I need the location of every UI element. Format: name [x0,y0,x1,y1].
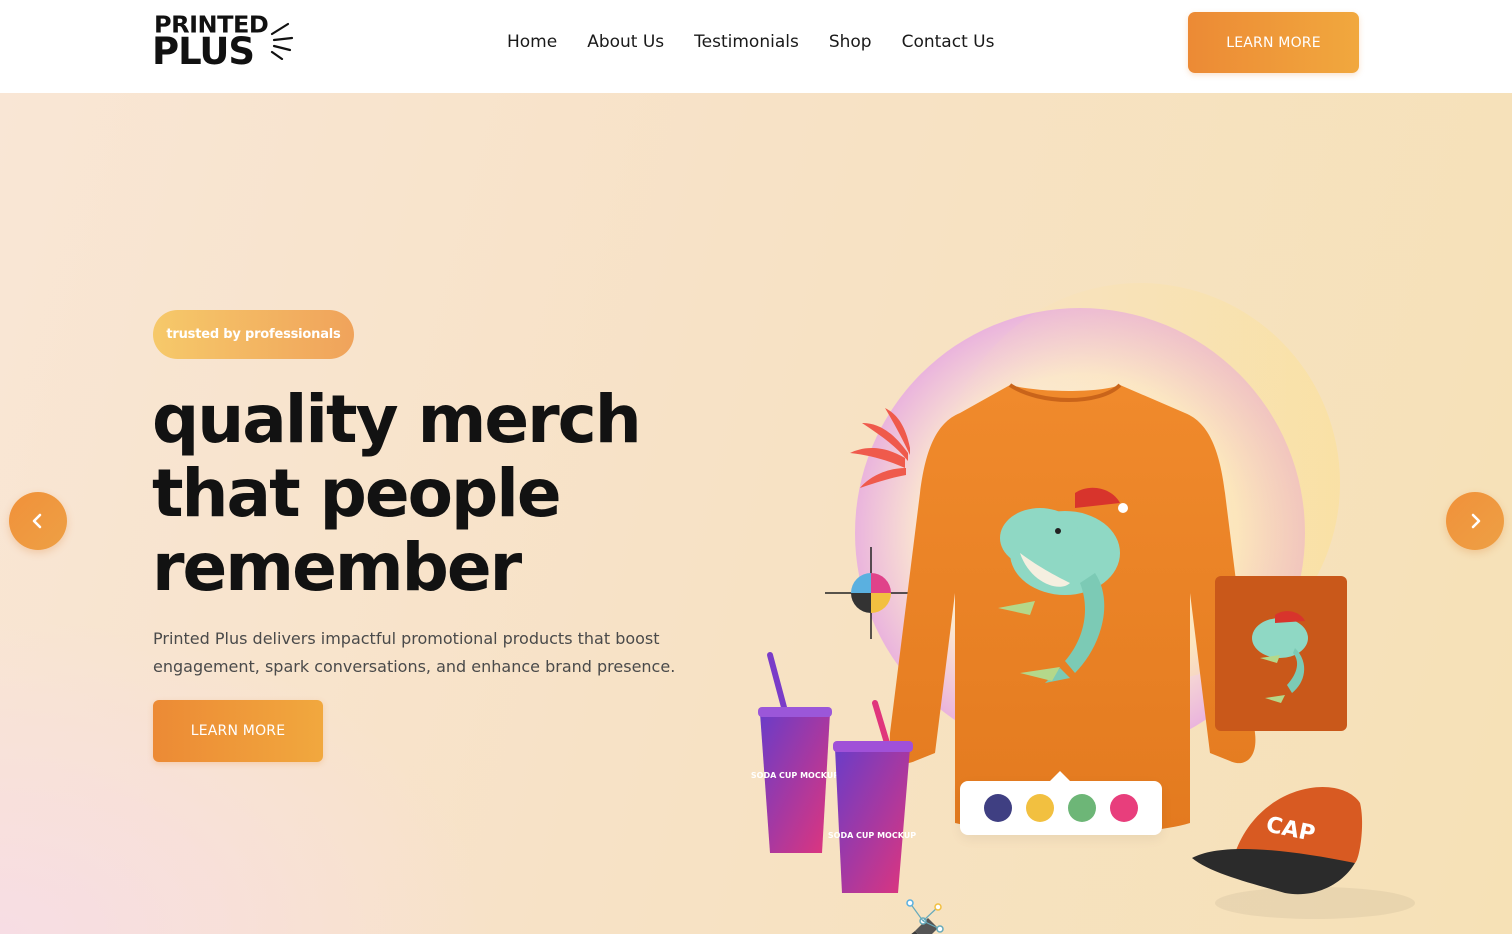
swatch-green[interactable] [1068,794,1096,822]
nav-testimonials[interactable]: Testimonials [694,31,799,53]
site-header: PRINTED PLUS Home About Us Testimonials … [0,0,1512,93]
headline-line-1: quality merch [152,381,642,458]
hero-description: Printed Plus delivers impactful promotio… [153,629,676,676]
slider-prev-button[interactable] [9,492,67,550]
logo-burst-icon [270,22,294,60]
brand-logo[interactable]: PRINTED PLUS [152,13,297,71]
nav-contact-us[interactable]: Contact Us [902,31,995,53]
slider-next-button[interactable] [1446,492,1504,550]
cup-label-1: SODA CUP MOCKUP [751,771,839,780]
hero-learn-more-button[interactable]: LEARN MORE [153,700,323,762]
swatch-yellow[interactable] [1026,794,1054,822]
cap-product: CAP [1192,787,1415,919]
nav-home[interactable]: Home [507,31,557,53]
cup-label-2: SODA CUP MOCKUP [828,831,916,840]
header-learn-more-button[interactable]: LEARN MORE [1188,12,1359,73]
hero-illustration: SODA CUP MOCKUP SODA CUP MOCKUP CAP [740,263,1460,934]
hero-section: trusted by professionals quality merch t… [0,93,1512,934]
chevron-right-icon [1471,513,1481,529]
art-print-card [1215,576,1347,731]
color-swatch-bar [960,771,1162,835]
nav-shop[interactable]: Shop [829,31,872,53]
hero-headline: quality merch that people remember [152,383,712,605]
trusted-badge: trusted by professionals [153,310,354,359]
chevron-left-icon [32,513,42,529]
orange-shirt [889,383,1256,835]
swatch-navy[interactable] [984,794,1012,822]
headline-line-2: that people [152,455,562,532]
pen-tool-icon [906,899,944,934]
swatch-pink[interactable] [1110,794,1138,822]
nav-about-us[interactable]: About Us [587,31,664,53]
headline-line-3: remember [152,529,522,606]
soda-cups: SODA CUP MOCKUP SODA CUP MOCKUP [751,652,916,893]
main-nav: Home About Us Testimonials Shop Contact … [507,31,1024,53]
logo-word-plus: PLUS [152,30,255,73]
